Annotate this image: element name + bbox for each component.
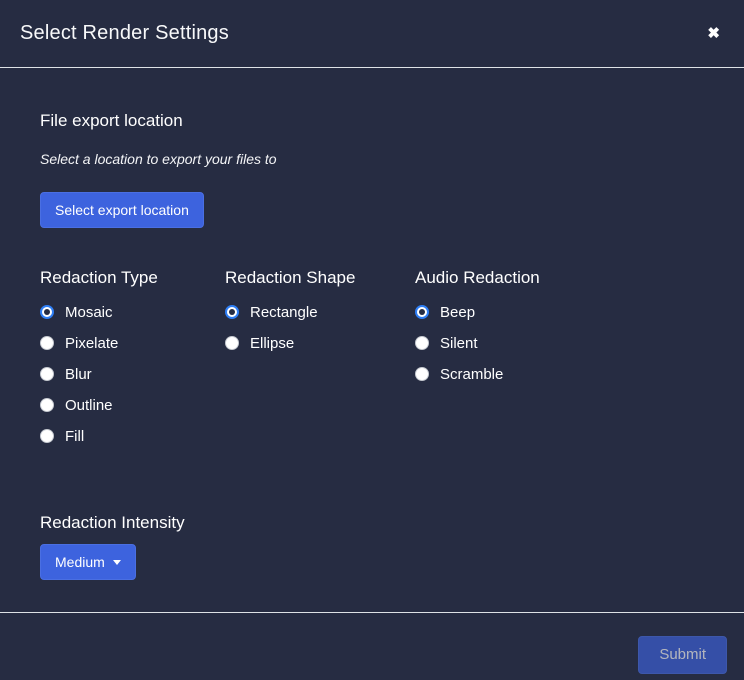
radio-option-rectangle[interactable]: Rectangle (225, 302, 415, 322)
radio-group-redaction-type: Redaction Type Mosaic Pixelate Blur Outline… (40, 268, 225, 457)
radio-option-pixelate[interactable]: Pixelate (40, 333, 225, 353)
radio-option-list: Mosaic Pixelate Blur Outline Fill (40, 302, 225, 446)
radio-selected-icon[interactable] (225, 305, 239, 319)
radio-group-redaction-shape: Redaction Shape Rectangle Ellipse (225, 268, 415, 457)
modal-title: Select Render Settings (20, 22, 229, 44)
radio-unselected-icon[interactable] (40, 367, 54, 381)
file-export-heading: File export location (40, 111, 183, 130)
radio-option-label: Fill (65, 427, 85, 445)
radio-option-silent[interactable]: Silent (415, 333, 540, 353)
chevron-down-icon (112, 559, 121, 565)
radio-unselected-icon[interactable] (225, 336, 239, 350)
select-export-location-button[interactable]: Select export location (40, 192, 204, 228)
radio-option-ellipse[interactable]: Ellipse (225, 333, 415, 353)
intensity-dropdown[interactable]: Medium (40, 544, 136, 580)
redaction-intensity-heading: Redaction Intensity (40, 513, 185, 532)
close-icon[interactable]: ✖ (703, 22, 724, 45)
render-settings-modal: Select Render Settings ✖ File export loc… (0, 0, 744, 680)
radio-option-outline[interactable]: Outline (40, 395, 225, 415)
radio-option-beep[interactable]: Beep (415, 302, 540, 322)
radio-option-label: Rectangle (250, 303, 318, 321)
radio-option-blur[interactable]: Blur (40, 364, 225, 384)
radio-group-heading: Redaction Type (40, 268, 158, 287)
radio-option-label: Pixelate (65, 334, 119, 352)
radio-group-heading: Redaction Shape (225, 268, 356, 287)
radio-selected-icon[interactable] (40, 305, 54, 319)
radio-groups: Redaction Type Mosaic Pixelate Blur Outline… (40, 268, 704, 457)
radio-unselected-icon[interactable] (415, 336, 429, 350)
radio-option-mosaic[interactable]: Mosaic (40, 302, 225, 322)
radio-option-fill[interactable]: Fill (40, 426, 225, 446)
radio-option-label: Outline (65, 396, 113, 414)
radio-option-list: Rectangle Ellipse (225, 302, 415, 353)
radio-option-label: Ellipse (250, 334, 295, 352)
radio-option-scramble[interactable]: Scramble (415, 364, 540, 384)
modal-footer: Submit (0, 612, 744, 680)
modal-body: File export location Select a location t… (0, 68, 744, 612)
radio-option-label: Blur (65, 365, 92, 383)
radio-option-list: Beep Silent Scramble (415, 302, 540, 384)
radio-unselected-icon[interactable] (40, 336, 54, 350)
modal-header: Select Render Settings ✖ (0, 0, 744, 68)
radio-option-label: Beep (440, 303, 476, 321)
radio-unselected-icon[interactable] (40, 398, 54, 412)
radio-option-label: Silent (440, 334, 478, 352)
radio-option-label: Scramble (440, 365, 504, 383)
file-export-description: Select a location to export your files t… (40, 151, 277, 167)
intensity-selected-value: Medium (55, 554, 105, 570)
radio-unselected-icon[interactable] (415, 367, 429, 381)
radio-option-label: Mosaic (65, 303, 113, 321)
radio-group-audio-redaction: Audio Redaction Beep Silent Scramble (415, 268, 540, 457)
radio-unselected-icon[interactable] (40, 429, 54, 443)
submit-button[interactable]: Submit (638, 636, 727, 674)
radio-selected-icon[interactable] (415, 305, 429, 319)
radio-group-heading: Audio Redaction (415, 268, 540, 287)
